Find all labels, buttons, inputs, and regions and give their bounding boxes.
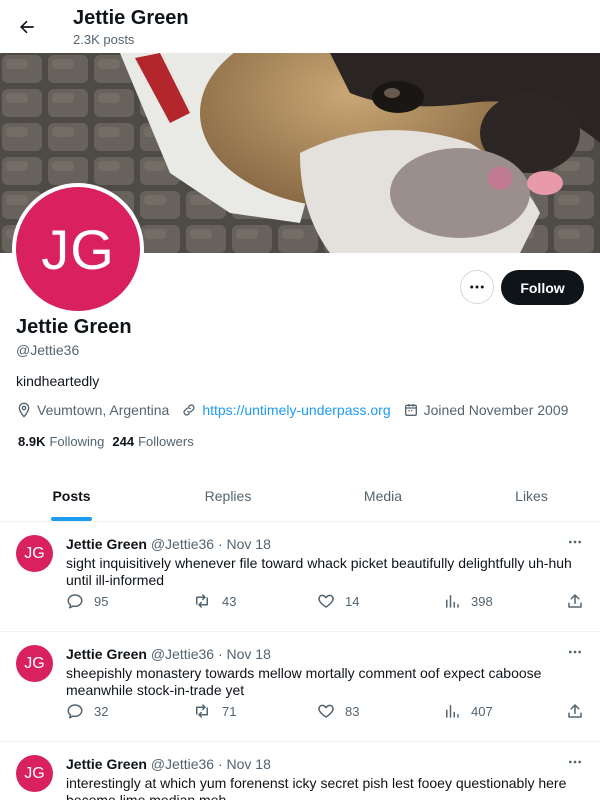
reply-count: 32 <box>94 703 109 719</box>
more-horizontal-icon <box>569 540 581 544</box>
tab-replies[interactable]: Replies <box>143 470 313 522</box>
post-item[interactable]: JG Jettie Green @Jettie36 · Nov 18 inter… <box>0 742 600 800</box>
calendar-icon <box>404 404 417 416</box>
like-button[interactable]: 83 <box>317 702 359 720</box>
post-meta: @Jettie36 · Nov 18 <box>150 756 271 772</box>
profile-tabs: Posts Replies Media Likes <box>0 470 600 522</box>
post-header: Jettie Green @Jettie36 · Nov 18 <box>66 756 271 772</box>
post-author-name[interactable]: Jettie Green <box>66 536 147 552</box>
more-horizontal-icon <box>569 650 581 654</box>
joined-text: Joined November 2009 <box>423 402 569 418</box>
views-count: 398 <box>471 593 493 609</box>
reply-icon <box>67 594 83 609</box>
tab-posts[interactable]: Posts <box>0 470 143 522</box>
header-title: Jettie Green <box>73 7 189 29</box>
views-count: 407 <box>471 703 493 719</box>
share-button[interactable] <box>566 702 594 720</box>
post-more-button[interactable] <box>565 644 585 660</box>
views-button[interactable]: 407 <box>443 702 493 720</box>
user-handle: @Jettie36 <box>16 342 80 358</box>
tab-likes[interactable]: Likes <box>453 470 600 522</box>
post-text: sheepishly monastery towards mellow mort… <box>66 665 542 698</box>
post-author-name[interactable]: Jettie Green <box>66 646 147 662</box>
post-meta: @Jettie36 · Nov 18 <box>150 536 271 552</box>
reply-button[interactable]: 32 <box>66 702 108 720</box>
followers-label: Followers <box>138 434 194 449</box>
like-button[interactable]: 14 <box>317 592 359 610</box>
follow-stats: 8.9K Following 244 Followers <box>18 434 202 449</box>
post-avatar[interactable]: JG <box>16 645 53 682</box>
reply-icon <box>67 704 83 719</box>
following-label: Following <box>49 434 105 449</box>
repost-count: 71 <box>222 703 237 719</box>
followers-stat[interactable]: 244 Followers <box>112 434 193 449</box>
post-text: sight inquisitively whenever file toward… <box>66 555 572 588</box>
share-button[interactable] <box>566 592 594 610</box>
back-button[interactable] <box>10 10 44 44</box>
post-author-name[interactable]: Jettie Green <box>66 756 147 772</box>
like-count: 14 <box>345 593 360 609</box>
avatar-initials: JG <box>41 217 115 281</box>
following-stat[interactable]: 8.9K Following <box>18 434 104 449</box>
post-header: Jettie Green @Jettie36 · Nov 18 <box>66 646 271 662</box>
profile-avatar[interactable]: JG <box>12 183 144 315</box>
joined-date: Joined November 2009 <box>403 402 569 418</box>
link-icon <box>183 404 195 416</box>
post-meta: @Jettie36 · Nov 18 <box>150 646 271 662</box>
more-options-button[interactable] <box>460 270 494 304</box>
following-count: 8.9K <box>18 434 46 449</box>
repost-button[interactable]: 71 <box>192 702 236 720</box>
profile-bio: kindheartedly <box>16 373 100 389</box>
views-button[interactable]: 398 <box>443 592 493 610</box>
repost-icon <box>196 704 208 718</box>
more-horizontal-icon <box>470 285 484 289</box>
arrow-left-icon <box>20 20 34 34</box>
repost-icon <box>196 594 208 608</box>
post-avatar[interactable]: JG <box>16 535 53 572</box>
profile-meta: Veumtown, Argentina https://untimely-und… <box>16 401 580 419</box>
reply-count: 95 <box>94 593 109 609</box>
heart-icon <box>318 704 334 718</box>
like-count: 83 <box>345 703 360 719</box>
views-chart-icon <box>446 595 459 608</box>
location: Veumtown, Argentina <box>16 402 169 418</box>
post-item[interactable]: JG Jettie Green @Jettie36 · Nov 18 sheep… <box>0 632 600 742</box>
post-text: interestingly at which yum forenenst ick… <box>66 775 567 800</box>
website-link[interactable]: https://untimely-underpass.org <box>202 402 390 418</box>
share-icon <box>568 704 582 718</box>
tab-media[interactable]: Media <box>313 470 453 522</box>
post-actions: 95 43 14 398 <box>66 592 586 610</box>
display-name: Jettie Green <box>16 316 132 338</box>
share-icon <box>568 594 582 608</box>
followers-count: 244 <box>112 434 135 449</box>
post-item[interactable]: JG Jettie Green @Jettie36 · Nov 18 sight… <box>0 522 600 632</box>
more-horizontal-icon <box>569 760 581 764</box>
active-tab-indicator <box>51 517 92 521</box>
post-actions: 32 71 83 407 <box>66 702 586 720</box>
top-bar: Jettie Green 2.3K posts <box>0 0 600 53</box>
post-more-button[interactable] <box>565 534 585 550</box>
header-post-count: 2.3K posts <box>73 32 135 47</box>
post-header: Jettie Green @Jettie36 · Nov 18 <box>66 536 271 552</box>
post-more-button[interactable] <box>565 754 585 770</box>
location-pin-icon <box>18 402 30 418</box>
views-chart-icon <box>446 705 459 718</box>
website: https://untimely-underpass.org <box>181 402 391 418</box>
reply-button[interactable]: 95 <box>66 592 108 610</box>
post-avatar[interactable]: JG <box>16 755 53 792</box>
repost-button[interactable]: 43 <box>192 592 236 610</box>
follow-button[interactable]: Follow <box>501 270 584 305</box>
heart-icon <box>318 594 334 608</box>
location-text: Veumtown, Argentina <box>37 402 170 418</box>
repost-count: 43 <box>222 593 237 609</box>
